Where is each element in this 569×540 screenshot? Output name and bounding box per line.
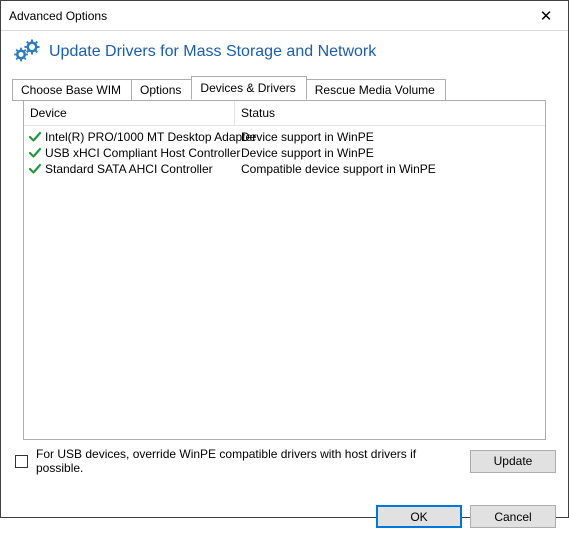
tab-devices-drivers[interactable]: Devices & Drivers	[191, 76, 306, 100]
override-drivers-checkbox[interactable]	[15, 455, 28, 468]
table-header: Device Status	[24, 101, 545, 126]
dialog-header: Update Drivers for Mass Storage and Netw…	[1, 31, 568, 76]
tab-options[interactable]: Options	[131, 79, 192, 101]
gear-icon	[13, 37, 41, 66]
titlebar: Advanced Options ✕	[1, 1, 568, 31]
devices-panel: Device Status Intel(R) PRO/1000 MT Deskt…	[23, 100, 546, 440]
table-row[interactable]: Standard SATA AHCI Controller Compatible…	[24, 161, 545, 177]
tab-rescue-media-volume[interactable]: Rescue Media Volume	[306, 79, 446, 101]
table-row[interactable]: USB xHCI Compliant Host Controller Devic…	[24, 145, 545, 161]
panel-footer: For USB devices, override WinPE compatib…	[1, 440, 568, 475]
close-button[interactable]: ✕	[524, 1, 568, 31]
window-title: Advanced Options	[9, 9, 107, 23]
table-body: Intel(R) PRO/1000 MT Desktop Adapter Dev…	[24, 126, 545, 177]
override-drivers-label: For USB devices, override WinPE compatib…	[36, 447, 462, 475]
ok-button[interactable]: OK	[376, 505, 462, 528]
column-device-header[interactable]: Device	[24, 101, 235, 126]
device-name: Intel(R) PRO/1000 MT Desktop Adapter	[45, 129, 256, 145]
device-status: Device support in WinPE	[235, 129, 545, 145]
dialog-footer: OK Cancel	[1, 475, 568, 540]
check-icon	[28, 130, 42, 144]
device-status: Device support in WinPE	[235, 145, 545, 161]
device-name: USB xHCI Compliant Host Controller	[45, 145, 240, 161]
header-title: Update Drivers for Mass Storage and Netw…	[49, 43, 376, 61]
table-row[interactable]: Intel(R) PRO/1000 MT Desktop Adapter Dev…	[24, 129, 545, 145]
device-status: Compatible device support in WinPE	[235, 161, 545, 177]
update-button[interactable]: Update	[470, 450, 556, 473]
tab-choose-base-wim[interactable]: Choose Base WIM	[12, 79, 132, 101]
cancel-button[interactable]: Cancel	[470, 505, 556, 528]
check-icon	[28, 146, 42, 160]
device-name: Standard SATA AHCI Controller	[45, 161, 213, 177]
check-icon	[28, 162, 42, 176]
tabstrip: Choose Base WIM Options Devices & Driver…	[1, 76, 568, 440]
column-status-header[interactable]: Status	[235, 101, 545, 126]
